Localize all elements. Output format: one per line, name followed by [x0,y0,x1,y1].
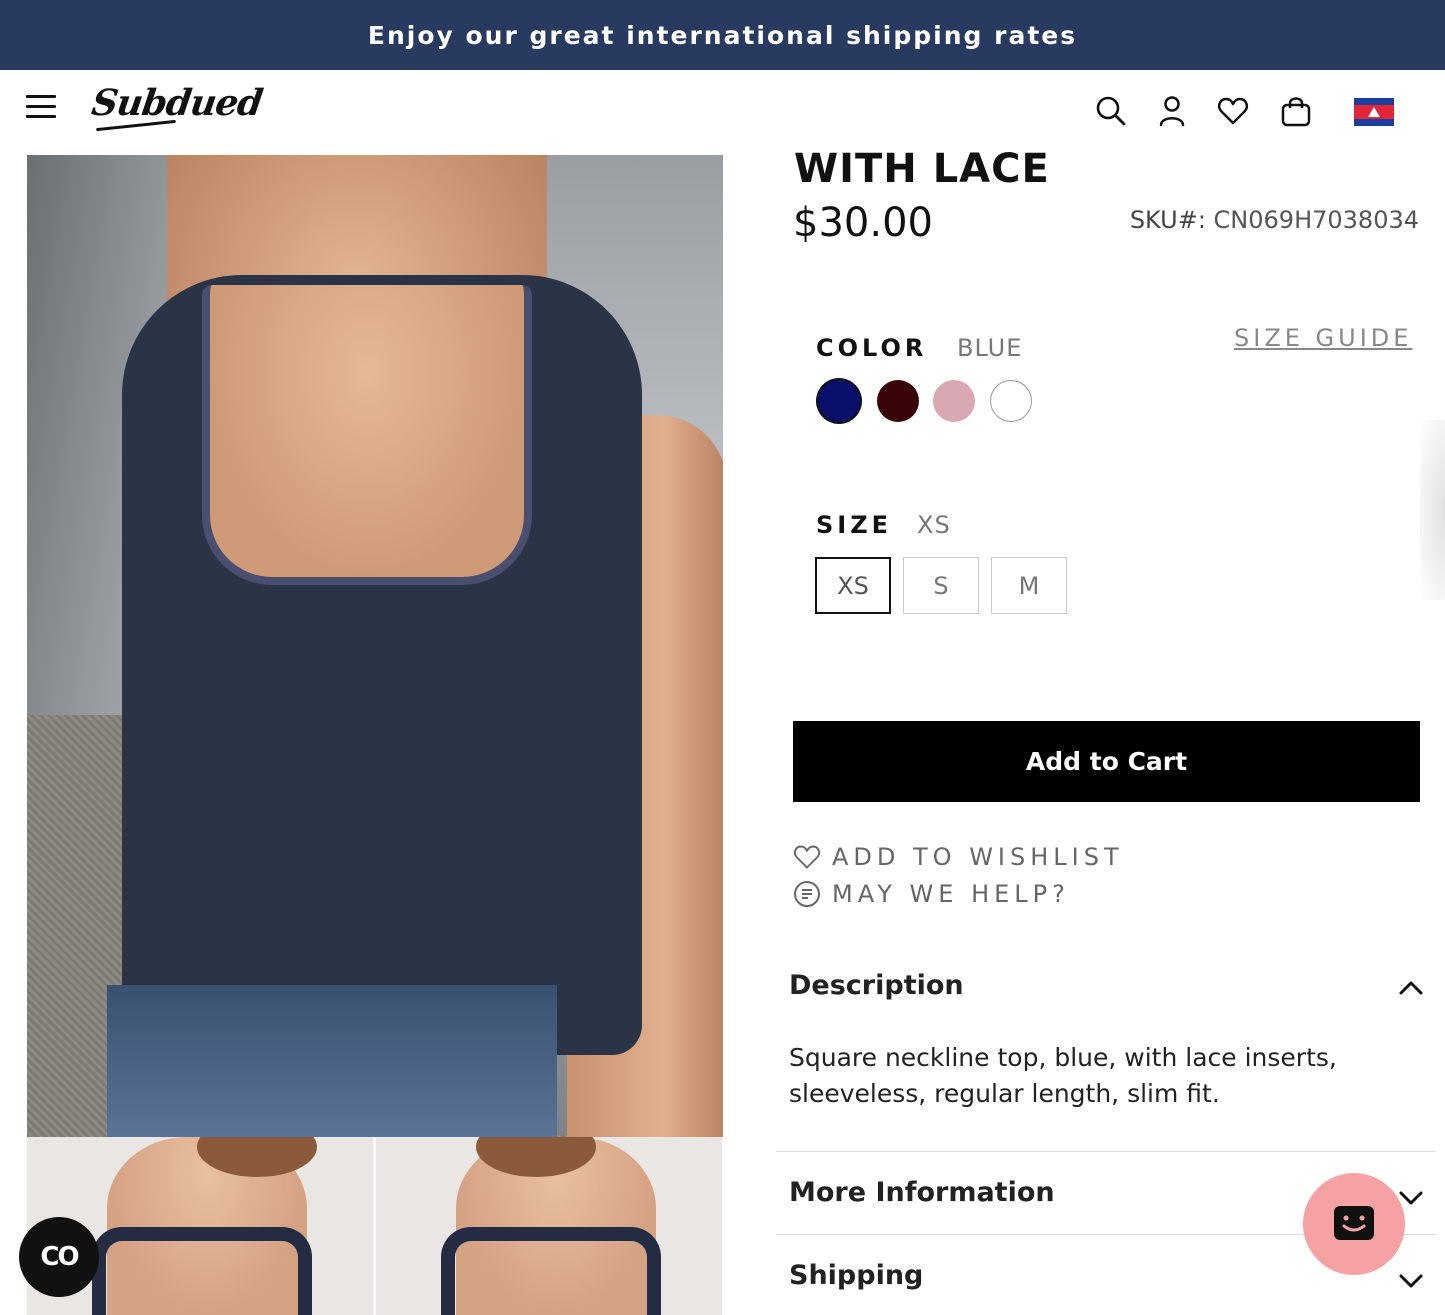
color-swatch-blue[interactable] [818,380,860,422]
co-widget-button[interactable]: CO [19,1217,99,1297]
logo[interactable]: Subdued [89,82,265,124]
cambodia-flag-icon[interactable] [1354,98,1394,126]
size-label: SIZE [816,511,893,539]
color-value: BLUE [957,334,1023,362]
add-to-wishlist-label: ADD TO WISHLIST [832,843,1124,871]
description-header[interactable]: Description [789,970,964,1001]
add-to-wishlist-link[interactable]: ADD TO WISHLIST [792,843,1124,871]
menu-icon[interactable] [26,95,56,121]
site-header: Subdued [0,70,1445,155]
product-price: $30.00 [793,200,933,246]
chat-bubble-icon [794,881,820,907]
product-sku: SKU#: CN069H7038034 [1130,206,1419,234]
size-option-xs[interactable]: XS [815,557,891,614]
wishlist-icon[interactable] [1216,94,1250,128]
product-main-image[interactable] [27,155,723,1137]
size-value: XS [917,511,951,539]
color-swatch-burgundy[interactable] [877,380,919,422]
bag-icon[interactable] [1279,94,1313,128]
chat-widget-button[interactable] [1303,1173,1405,1275]
announcement-text: Enjoy our great international shipping r… [367,20,1078,50]
chevron-up-icon[interactable] [1398,975,1424,1001]
sku-label: SKU#: [1129,206,1206,234]
color-swatch-white[interactable] [990,380,1032,422]
account-icon[interactable] [1155,94,1189,128]
side-drawer-shadow [1420,420,1445,600]
size-option-m[interactable]: M [991,557,1067,614]
announcement-bar: Enjoy our great international shipping r… [0,0,1445,70]
heart-icon [793,845,821,869]
product-title: WITH LACE [794,146,1050,192]
may-we-help-link[interactable]: MAY WE HELP? [792,879,1070,909]
description-text: Square neckline top, blue, with lace ins… [789,1043,1337,1108]
more-information-header[interactable]: More Information [789,1177,1055,1208]
search-icon[interactable] [1094,94,1128,128]
may-we-help-label: MAY WE HELP? [832,880,1070,908]
shipping-header[interactable]: Shipping [789,1260,923,1291]
smiley-chat-icon [1334,1206,1374,1240]
chevron-down-icon[interactable] [1398,1268,1424,1294]
co-widget-label: CO [40,1242,79,1272]
accordion-divider [776,1151,1436,1152]
sku-value: CN069H7038034 [1213,206,1419,234]
color-label: COLOR [816,334,928,362]
size-guide-link[interactable]: SIZE GUIDE [1234,324,1412,352]
size-option-s[interactable]: S [903,557,979,614]
add-to-cart-button[interactable]: Add to Cart [793,721,1420,802]
product-thumbnail-back[interactable] [376,1137,722,1315]
color-swatch-pink[interactable] [933,380,975,422]
